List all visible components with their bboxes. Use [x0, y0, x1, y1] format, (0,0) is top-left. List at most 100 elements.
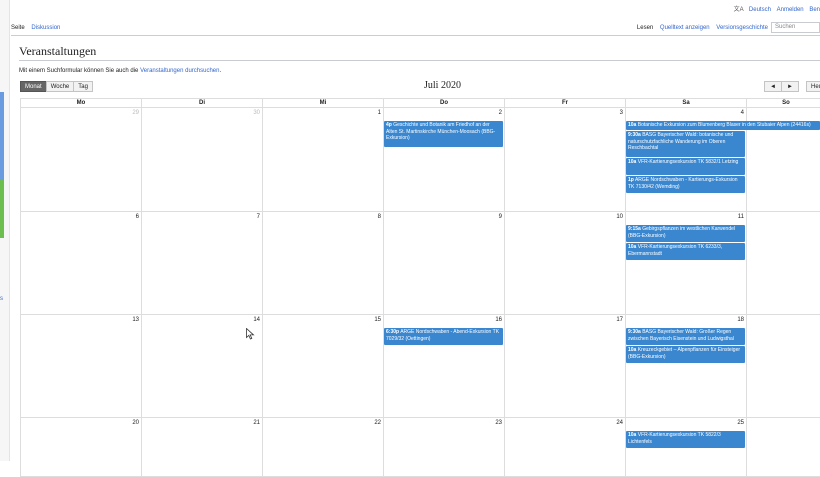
view-tabs: Lesen Quelltext anzeigen Versionsgeschic… [632, 25, 768, 31]
day-cell[interactable]: 8 [262, 211, 384, 315]
day-number: 7 [256, 214, 260, 220]
page-title: Veranstaltungen [19, 44, 97, 58]
sidebar-mark: s [0, 296, 3, 302]
event-time: 10a [628, 122, 637, 128]
calendar-event[interactable]: 9:30a BASG Bayerischer Wald: botanische … [626, 131, 745, 157]
calendar-event[interactable]: 10a VFR-Kartierungsexkursion TK 5822/3 L… [626, 431, 745, 448]
day-cell[interactable]: 7 [141, 211, 263, 315]
event-time: 9:30a [628, 329, 641, 335]
event-title: VFR-Kartierungsexkursion TK 6233/3, Eber… [628, 244, 723, 257]
day-cell[interactable]: 30 [141, 107, 263, 212]
event-time: 9:30a [628, 132, 641, 138]
day-number: 13 [132, 317, 139, 323]
search-events-link[interactable]: Veranstaltungen durchsuchen [140, 68, 219, 74]
calendar-event[interactable]: 9:15a Gebirgspflanzen im westlichen Karw… [626, 225, 745, 242]
calendar-event[interactable]: 1p ARGE Nordschwaben - Kartierungs-Exkur… [626, 176, 745, 193]
day-number: 22 [374, 420, 381, 426]
day-cell[interactable]: 10 [504, 211, 626, 315]
prev-month-button[interactable]: ◄ [764, 81, 782, 92]
day-number: 6 [135, 214, 139, 220]
day-cell[interactable]: 14 [141, 314, 263, 418]
tab-page[interactable]: Seite [11, 25, 25, 31]
event-title: VFR-Kartierungsexkursion TK 5832/1 Letzi… [637, 159, 739, 165]
day-number: 14 [253, 317, 260, 323]
day-number: 2 [498, 110, 502, 116]
event-time: 9:15a [628, 226, 641, 232]
day-cell[interactable]: 3 [504, 107, 626, 212]
language-link[interactable]: Deutsch [749, 7, 771, 13]
day-cell[interactable]: 15 [262, 314, 384, 418]
day-number: 20 [132, 420, 139, 426]
calendar-event[interactable]: 10a Kreuzeckgebiet – Alpenpflanzen für E… [626, 346, 745, 363]
day-cell[interactable] [746, 211, 820, 315]
day-cell[interactable]: 1 [262, 107, 384, 212]
next-month-button[interactable]: ► [780, 81, 799, 92]
event-title: BASG Bayerischer Wald: botanische und na… [628, 132, 734, 151]
tab-divider [11, 35, 820, 36]
day-cell[interactable]: 22 [262, 417, 384, 477]
intro-text: Mit einem Suchformular können Sie auch d… [19, 68, 221, 74]
title-divider [19, 60, 820, 61]
translate-icon[interactable]: 文A [734, 7, 744, 13]
calendar-event[interactable]: 10a Botanische Exkursion zum Blumenberg … [626, 121, 820, 130]
calendar-event[interactable]: 10a VFR-Kartierungsexkursion TK 6233/3, … [626, 243, 745, 260]
day-number: 25 [737, 420, 744, 426]
today-button[interactable]: Heu [806, 81, 820, 92]
day-cell[interactable]: 29 [20, 107, 142, 212]
day-cell[interactable]: 20 [20, 417, 142, 477]
day-cell[interactable]: 13 [20, 314, 142, 418]
day-number: 29 [132, 110, 139, 116]
event-title: VFR-Kartierungsexkursion TK 5822/3 Licht… [628, 432, 721, 445]
event-title: BASG Bayerischer Wald: Großer Regen zwis… [628, 329, 734, 342]
calendar-event[interactable]: 4p Geschichte und Botanik am Friedhof an… [384, 121, 503, 147]
event-title: Geschichte und Botanik am Friedhof an de… [386, 122, 496, 141]
login-link[interactable]: Anmelden [777, 7, 804, 13]
event-time: 10a [628, 159, 637, 165]
left-sidebar-strip: s [0, 0, 10, 461]
tab-read[interactable]: Lesen [637, 25, 653, 31]
calendar-event[interactable]: 9:30a BASG Bayerischer Wald: Großer Rege… [626, 328, 745, 345]
tab-view-source[interactable]: Quelltext anzeigen [660, 25, 710, 31]
namespace-tabs: Seite Diskussion [11, 25, 65, 31]
day-number: 1 [377, 110, 381, 116]
sidebar-accent-green [0, 180, 4, 238]
day-number: 9 [498, 214, 502, 220]
view-day-button[interactable]: Tag [73, 81, 93, 92]
day-number: 15 [374, 317, 381, 323]
mouse-cursor-icon [246, 328, 255, 340]
day-cell[interactable]: 23 [383, 417, 505, 477]
calendar-event[interactable]: 6:30p ARGE Nordschwaben - Abend-Exkursio… [384, 328, 503, 345]
event-time: 10a [628, 347, 637, 353]
day-number: 21 [253, 420, 260, 426]
day-cell[interactable]: 21 [141, 417, 263, 477]
day-number: 30 [253, 110, 260, 116]
register-link[interactable]: Ben [809, 7, 820, 13]
tab-discussion[interactable]: Diskussion [31, 25, 60, 31]
day-cell[interactable] [746, 417, 820, 477]
event-time: 1p [628, 177, 634, 183]
search-input[interactable]: Suchen [771, 22, 820, 33]
day-cell[interactable]: 17 [504, 314, 626, 418]
calendar-event[interactable]: 10a VFR-Kartierungsexkursion TK 5832/1 L… [626, 158, 745, 175]
event-title: Kreuzeckgebiet – Alpenpflanzen für Einst… [628, 347, 741, 360]
day-cell[interactable]: 6 [20, 211, 142, 315]
day-number: 10 [616, 214, 623, 220]
calendar-nav: ◄ ► [764, 81, 799, 92]
event-time: 10a [628, 432, 637, 438]
day-number: 3 [619, 110, 623, 116]
day-number: 18 [737, 317, 744, 323]
event-time: 4p [386, 122, 392, 128]
day-cell[interactable]: 24 [504, 417, 626, 477]
day-number: 8 [377, 214, 381, 220]
day-number: 23 [495, 420, 502, 426]
event-title: Botanische Exkursion zum Blumenberg Blas… [637, 122, 811, 128]
tab-history[interactable]: Versionsgeschichte [716, 25, 768, 31]
intro-suffix: . [219, 68, 222, 74]
view-month-button[interactable]: Monat [20, 81, 47, 92]
view-week-button[interactable]: Woche [45, 81, 75, 92]
view-switcher: Monat Woche Tag [20, 81, 93, 92]
sidebar-accent-blue [0, 92, 4, 180]
event-title: Gebirgspflanzen im westlichen Karwendel … [628, 226, 736, 239]
day-cell[interactable]: 9 [383, 211, 505, 315]
day-cell[interactable] [746, 314, 820, 418]
